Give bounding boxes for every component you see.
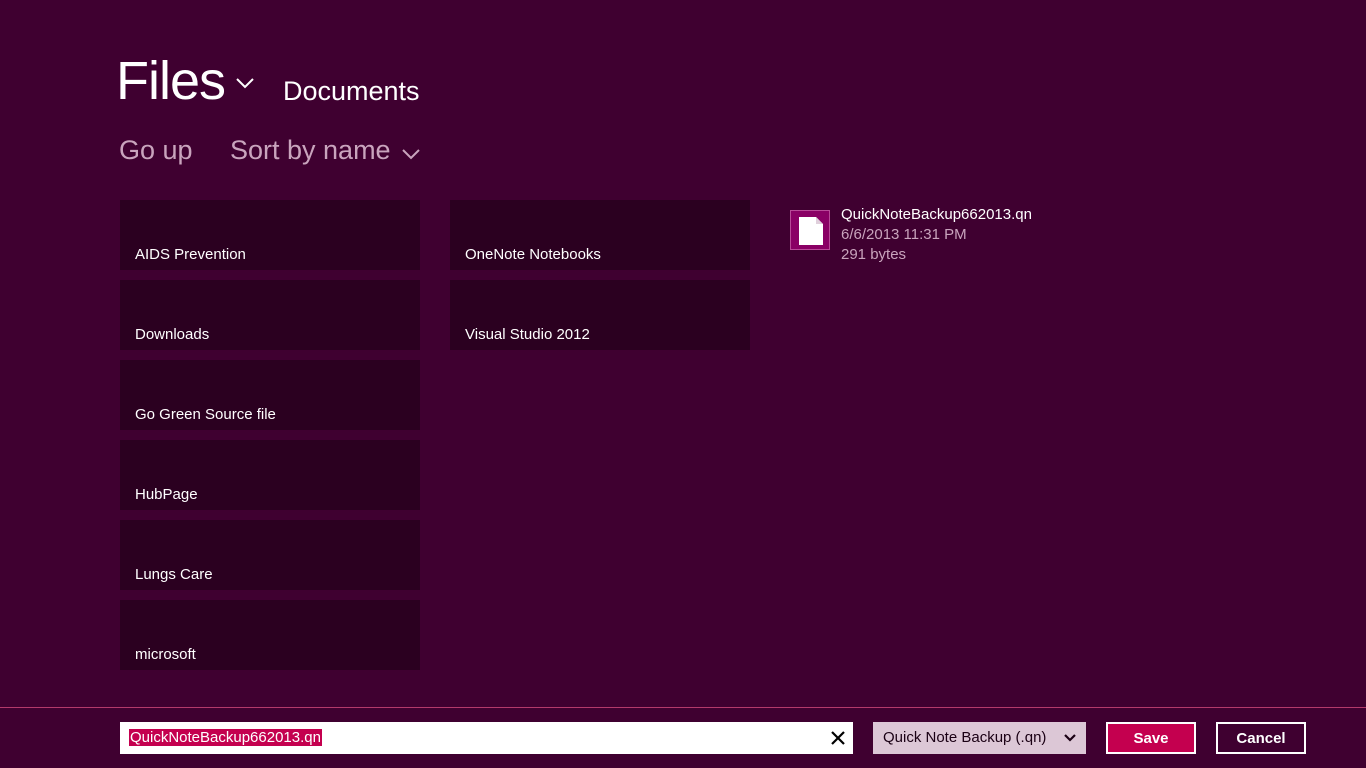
folder-label: OneNote Notebooks	[465, 246, 601, 263]
sort-dropdown[interactable]: Sort by name	[230, 135, 421, 166]
file-date: 6/6/2013 11:31 PM	[841, 226, 967, 243]
folder-label: Go Green Source file	[135, 406, 276, 423]
cancel-button[interactable]: Cancel	[1216, 722, 1306, 754]
file-item[interactable]: QuickNoteBackup662013.qn 6/6/2013 11:31 …	[790, 205, 1120, 267]
folder-tile-onenote-notebooks[interactable]: OneNote Notebooks	[450, 200, 750, 270]
file-name-input-text[interactable]: QuickNoteBackup662013.qn	[129, 729, 322, 746]
current-location: Documents	[283, 76, 420, 106]
folder-tile-hubpage[interactable]: HubPage	[120, 440, 420, 510]
file-thumbnail	[790, 210, 830, 250]
folder-label: Downloads	[135, 326, 210, 343]
folder-tile-lungs-care[interactable]: Lungs Care	[120, 520, 420, 590]
file-type-value: Quick Note Backup (.qn)	[883, 729, 1047, 746]
chevron-down-icon	[1064, 734, 1076, 742]
folder-tile-downloads[interactable]: Downloads	[120, 280, 420, 350]
chevron-down-icon[interactable]	[234, 72, 256, 94]
folder-label: HubPage	[135, 486, 198, 503]
save-button[interactable]: Save	[1106, 722, 1196, 754]
file-save-picker: Files Documents Go up Sort by name AIDS …	[0, 0, 1366, 768]
file-name-field[interactable]: QuickNoteBackup662013.qn	[120, 722, 853, 754]
go-up-button[interactable]: Go up	[119, 135, 193, 166]
folder-tile-aids-prevention[interactable]: AIDS Prevention	[120, 200, 420, 270]
folder-label: AIDS Prevention	[135, 246, 246, 263]
folder-tile-microsoft[interactable]: microsoft	[120, 600, 420, 670]
close-icon[interactable]	[830, 730, 846, 746]
file-size: 291 bytes	[841, 246, 907, 263]
folder-label: Lungs Care	[135, 566, 213, 583]
sort-label: Sort by name	[230, 135, 391, 165]
folder-label: Visual Studio 2012	[465, 326, 590, 343]
document-icon	[799, 217, 823, 245]
file-type-select[interactable]: Quick Note Backup (.qn)	[873, 722, 1086, 754]
folder-tile-go-green-source-file[interactable]: Go Green Source file	[120, 360, 420, 430]
file-name: QuickNoteBackup662013.qn	[841, 206, 1032, 223]
footer-divider	[0, 707, 1366, 708]
page-title[interactable]: Files	[116, 50, 226, 112]
chevron-down-icon	[401, 148, 420, 159]
folder-label: microsoft	[135, 646, 196, 663]
folder-tile-visual-studio-2012[interactable]: Visual Studio 2012	[450, 280, 750, 350]
